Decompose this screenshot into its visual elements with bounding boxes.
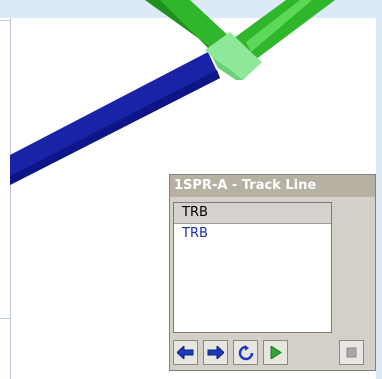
play-button[interactable]: [263, 340, 288, 365]
play-icon: [270, 346, 282, 359]
arrow-right-icon: [207, 346, 224, 359]
refresh-button[interactable]: [233, 340, 258, 365]
list-item[interactable]: TRB: [174, 224, 331, 244]
stop-button[interactable]: [339, 340, 364, 365]
list-item-selected[interactable]: TRB: [174, 203, 331, 224]
blue-pipe-shade: [10, 70, 220, 185]
3d-viewport[interactable]: 1SPR-A - Track Line TRB TRB: [0, 0, 382, 379]
refresh-icon: [238, 344, 253, 360]
panel-title: 1SPR-A - Track Line: [170, 175, 375, 197]
track-line-panel: 1SPR-A - Track Line TRB TRB: [169, 174, 376, 371]
track-list[interactable]: TRB TRB: [173, 202, 332, 333]
next-button[interactable]: [203, 340, 228, 365]
stop-icon: [346, 347, 357, 358]
previous-button[interactable]: [173, 340, 198, 365]
arrow-left-icon: [177, 346, 194, 359]
